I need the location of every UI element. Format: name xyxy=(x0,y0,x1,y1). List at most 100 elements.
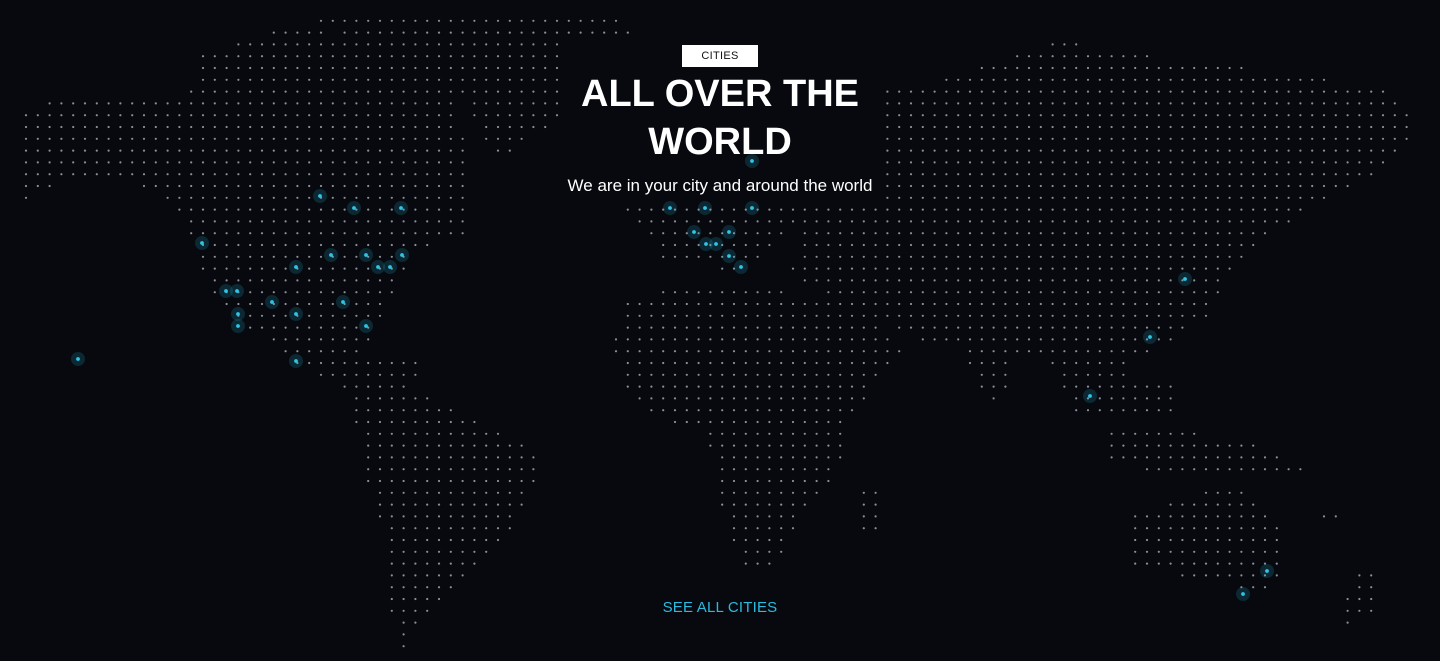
map-land-dot xyxy=(945,302,948,306)
map-land-dot xyxy=(95,125,98,129)
map-land-dot xyxy=(756,373,759,376)
map-land-dot xyxy=(1145,409,1149,412)
map-land-dot xyxy=(260,302,264,306)
map-land-dot xyxy=(296,55,299,58)
map-land-dot xyxy=(1204,255,1208,258)
city-marker xyxy=(727,230,731,234)
map-land-dot xyxy=(1157,149,1160,152)
map-land-dot xyxy=(390,432,393,435)
map-land-dot xyxy=(213,90,216,93)
map-land-dot xyxy=(1169,338,1172,341)
map-land-dot xyxy=(1181,243,1184,247)
map-land-dot xyxy=(249,125,252,129)
map-land-dot xyxy=(1181,102,1184,105)
map-land-dot xyxy=(496,66,500,70)
map-land-dot xyxy=(1252,90,1255,93)
map-land-dot xyxy=(426,550,429,553)
map-land-dot xyxy=(1169,397,1172,400)
map-land-dot xyxy=(390,196,393,199)
map-land-dot xyxy=(1181,444,1184,447)
map-land-dot xyxy=(780,550,783,553)
map-land-dot xyxy=(709,291,712,294)
map-land-dot xyxy=(355,114,358,117)
map-land-dot xyxy=(390,161,393,164)
map-land-dot xyxy=(1169,220,1172,223)
map-land-dot xyxy=(319,114,323,117)
map-land-dot xyxy=(1063,291,1066,294)
map-land-dot xyxy=(461,208,464,211)
map-land-dot xyxy=(414,43,417,46)
map-land-dot xyxy=(284,220,287,223)
map-land-dot xyxy=(461,456,464,459)
map-land-dot xyxy=(650,220,653,223)
map-land-dot xyxy=(1122,361,1125,365)
map-land-dot xyxy=(1252,137,1255,140)
map-land-dot xyxy=(839,326,842,329)
map-land-dot xyxy=(131,102,134,105)
map-land-dot xyxy=(355,397,358,400)
map-land-dot xyxy=(1204,456,1208,459)
map-land-dot xyxy=(874,314,877,317)
map-land-dot xyxy=(83,114,87,117)
map-land-dot xyxy=(437,597,441,601)
map-land-dot xyxy=(839,220,842,223)
map-land-dot xyxy=(1204,78,1208,81)
map-land-dot xyxy=(284,161,287,164)
map-land-dot xyxy=(95,102,98,105)
map-land-dot xyxy=(485,114,488,117)
map-land-dot xyxy=(1275,574,1278,577)
map-land-dot xyxy=(1263,208,1267,211)
map-land-dot xyxy=(780,314,783,317)
map-land-dot xyxy=(213,137,216,140)
map-land-dot xyxy=(402,102,405,105)
map-land-dot xyxy=(1075,302,1078,306)
map-land-dot xyxy=(1169,102,1172,105)
map-land-dot xyxy=(414,19,417,22)
map-land-dot xyxy=(131,114,134,117)
map-land-dot xyxy=(709,302,712,306)
map-land-dot xyxy=(1204,527,1208,530)
map-land-dot xyxy=(414,102,417,105)
map-land-dot xyxy=(921,267,924,270)
map-land-dot xyxy=(768,515,771,518)
map-land-dot xyxy=(1157,196,1160,199)
map-land-dot xyxy=(1370,173,1373,176)
map-land-dot xyxy=(237,196,240,199)
map-land-dot xyxy=(1027,302,1031,306)
map-land-dot xyxy=(284,267,287,270)
map-land-dot xyxy=(260,279,264,282)
map-land-dot xyxy=(768,302,771,306)
map-land-dot xyxy=(732,432,736,435)
map-land-dot xyxy=(1181,527,1184,530)
map-land-dot xyxy=(331,78,334,81)
map-land-dot xyxy=(60,173,63,176)
map-land-dot xyxy=(1039,220,1042,223)
map-land-dot xyxy=(473,420,476,424)
map-land-dot xyxy=(1063,173,1066,176)
city-marker xyxy=(352,206,356,210)
map-land-dot xyxy=(850,220,854,223)
see-all-cities-link[interactable]: SEE ALL CITIES xyxy=(620,598,820,618)
map-land-dot xyxy=(650,350,653,353)
map-land-dot xyxy=(1358,609,1361,612)
map-land-dot xyxy=(697,220,700,223)
map-land-dot xyxy=(390,491,393,494)
map-land-dot xyxy=(909,255,913,258)
map-land-dot xyxy=(614,350,618,353)
map-land-dot xyxy=(331,161,334,164)
map-land-dot xyxy=(1204,291,1208,294)
map-land-dot xyxy=(1393,102,1396,105)
city-marker xyxy=(270,300,274,304)
city-marker xyxy=(388,265,392,269)
map-land-dot xyxy=(1145,538,1149,542)
map-land-dot xyxy=(260,102,264,105)
map-land-dot xyxy=(1051,196,1054,199)
map-land-dot xyxy=(485,55,488,58)
map-land-dot xyxy=(1299,102,1302,105)
map-land-dot xyxy=(131,161,134,164)
map-land-dot xyxy=(1193,232,1196,235)
map-land-dot xyxy=(933,137,936,140)
map-land-dot xyxy=(449,456,452,459)
map-land-dot xyxy=(862,302,865,306)
map-land-dot xyxy=(284,102,287,105)
